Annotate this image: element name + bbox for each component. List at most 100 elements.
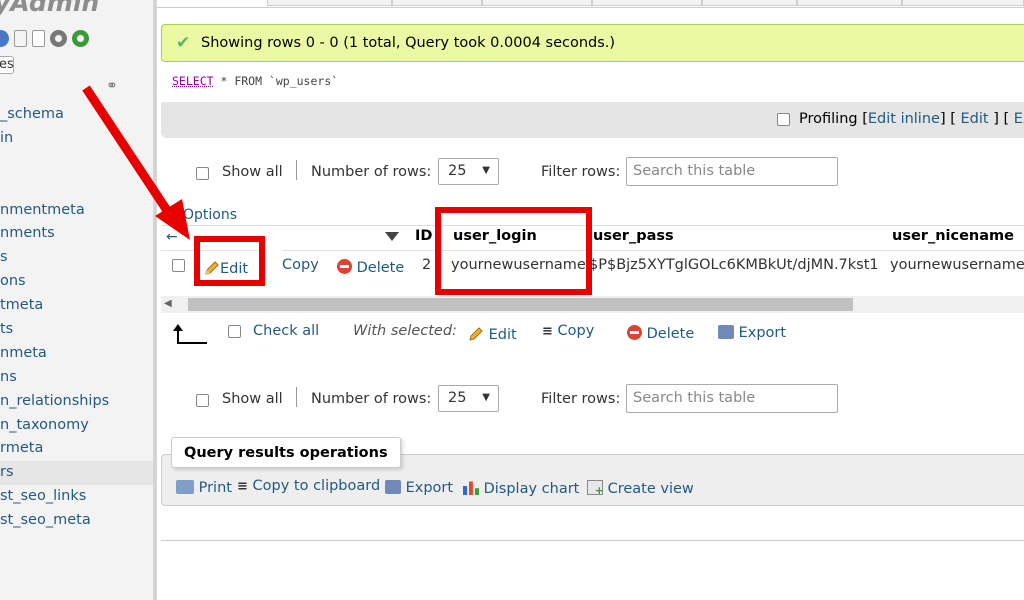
sidebar-resize-handle[interactable] [153, 0, 157, 600]
selected-delete-button[interactable]: Delete [627, 323, 694, 342]
top-tab[interactable] [702, 0, 797, 6]
checkmark-icon: ✔ [176, 33, 191, 53]
top-tab[interactable] [392, 0, 482, 6]
scrollbar-thumb[interactable] [188, 298, 853, 311]
sidebar-item[interactable] [0, 151, 153, 175]
sidebar-item[interactable]: nmeta [0, 342, 153, 366]
copy-to-clipboard-label: Copy to clipboard [252, 478, 381, 494]
explain-link[interactable]: Exp [1014, 111, 1024, 127]
horizontal-scrollbar[interactable]: ◀ [161, 296, 1024, 313]
annotation-highlight-user-login [435, 207, 592, 295]
show-all-label[interactable]: Show all [222, 164, 283, 180]
profiling-checkbox[interactable] [777, 113, 790, 126]
print-label: Print [198, 480, 232, 496]
sidebar-item[interactable]: rmeta [0, 437, 153, 461]
top-tab[interactable] [267, 0, 392, 6]
top-tab[interactable] [797, 0, 902, 6]
rows-per-page-select[interactable]: 25 ▼ [438, 385, 499, 412]
top-tab[interactable] [482, 0, 592, 6]
show-all-checkbox[interactable] [196, 167, 209, 180]
column-header-id[interactable]: ID [415, 228, 432, 244]
navigation-sidebar: yAdmin es ⚭ _schema in nmentmeta nments … [0, 0, 153, 600]
query-tools-bar: Profiling [Edit inline] [ Edit ] [ Exp [161, 102, 1024, 138]
top-tab[interactable] [902, 0, 1024, 6]
sql-query-text[interactable]: SELECT * FROM `wp_users` [172, 74, 338, 88]
sql-keyword[interactable]: SELECT [172, 74, 214, 88]
cell-user-pass[interactable]: $P$Bjz5XYTglGOLc6KMBkUt/djMN.7kst1 [589, 257, 879, 273]
column-header-user-nicename[interactable]: user_nicename [892, 228, 1014, 244]
sidebar-item[interactable]: nments [0, 222, 153, 246]
filter-rows-label: Filter rows: [541, 164, 621, 180]
annotation-mask [264, 250, 282, 292]
arrow-left-icon[interactable]: ← [166, 229, 178, 245]
show-all-checkbox[interactable] [196, 394, 209, 407]
sidebar-item[interactable]: st_seo_meta [0, 509, 153, 533]
cell-id[interactable]: 2 [422, 257, 431, 273]
filter-rows-input[interactable]: Search this table [626, 384, 838, 413]
row-delete-link[interactable]: Delete [337, 257, 404, 276]
export-label: Export [405, 480, 454, 496]
success-text: Showing rows 0 - 0 (1 total, Query took … [201, 35, 616, 51]
sidebar-item[interactable]: n_taxonomy [0, 414, 153, 438]
export-icon [385, 480, 401, 494]
pencil-icon [468, 326, 484, 342]
link-icon[interactable]: ⚭ [106, 79, 122, 93]
selected-edit-button[interactable]: Edit [468, 323, 517, 343]
print-button[interactable]: Print [176, 478, 232, 496]
sidebar-item[interactable]: ons [0, 270, 153, 294]
selected-export-button[interactable]: Export [718, 323, 786, 341]
sidebar-item-active[interactable]: rs [0, 461, 153, 486]
create-view-icon [587, 480, 604, 497]
display-chart-button[interactable]: Display chart [463, 478, 579, 497]
sidebar-item[interactable]: st_seo_links [0, 485, 153, 509]
create-view-button[interactable]: Create view [587, 478, 694, 497]
sidebar-item[interactable]: _schema [0, 103, 153, 127]
separator [296, 160, 297, 180]
row-copy-link[interactable]: Copy [282, 257, 319, 273]
home-icon[interactable] [0, 30, 9, 47]
sidebar-item[interactable]: in [0, 127, 153, 151]
edit-inline-link[interactable]: Edit inline [868, 111, 940, 127]
check-all-checkbox[interactable] [228, 325, 241, 338]
cell-user-nicename[interactable]: yournewusername [890, 257, 1024, 273]
sidebar-item[interactable]: ts [0, 318, 153, 342]
sidebar-tables-tab[interactable]: es [0, 56, 14, 74]
top-tab[interactable] [592, 0, 702, 6]
scroll-left-arrow-icon[interactable]: ◀ [164, 298, 172, 309]
edit-query-link[interactable]: Edit [961, 111, 989, 127]
delete-icon [337, 259, 352, 274]
query-tools-links: Profiling [Edit inline] [ Edit ] [ Exp [799, 111, 1024, 127]
navigation-row-bottom: Show all Number of rows: 25 ▼ Filter rows… [161, 384, 861, 418]
printer-icon [176, 480, 194, 494]
success-message: ✔ Showing rows 0 - 0 (1 total, Query too… [161, 24, 1024, 62]
rows-per-page-select[interactable]: 25 ▼ [438, 158, 499, 185]
sidebar-item[interactable]: nmentmeta [0, 199, 153, 223]
row-checkbox[interactable] [172, 259, 185, 272]
export-button[interactable]: Export [385, 478, 453, 496]
copy-to-clipboard-button[interactable]: ≡ Copy to clipboard [237, 478, 380, 494]
options-link[interactable]: Options [183, 207, 237, 223]
column-header-user-pass[interactable]: user_pass [593, 228, 674, 244]
copy-icon: ≡ [237, 479, 248, 494]
reload-icon[interactable] [72, 30, 89, 47]
show-all-label[interactable]: Show all [222, 391, 283, 407]
filter-rows-input[interactable]: Search this table [626, 157, 838, 186]
sql-docs-icon[interactable] [14, 30, 27, 47]
sidebar-item[interactable]: ns [0, 366, 153, 390]
selected-export-label: Export [738, 325, 787, 341]
documentation-icon[interactable] [32, 30, 45, 47]
selected-copy-button[interactable]: ≡ Copy [542, 323, 594, 339]
check-all-link[interactable]: Check all [253, 323, 319, 339]
sidebar-item[interactable] [0, 175, 153, 199]
sidebar-item[interactable]: n_relationships [0, 390, 153, 414]
sidebar-item[interactable]: s [0, 246, 153, 270]
with-selected-bar: Check all With selected: Edit ≡ Copy Del… [161, 318, 1024, 348]
sort-dropdown-icon[interactable] [385, 232, 399, 241]
chart-icon [463, 481, 479, 495]
gear-icon[interactable] [50, 30, 67, 47]
sidebar-item[interactable]: tmeta [0, 294, 153, 318]
number-of-rows-label: Number of rows: [311, 391, 432, 407]
with-selected-label: With selected: [353, 323, 457, 339]
create-view-label: Create view [607, 481, 694, 497]
sidebar-icon-bar [0, 30, 89, 47]
